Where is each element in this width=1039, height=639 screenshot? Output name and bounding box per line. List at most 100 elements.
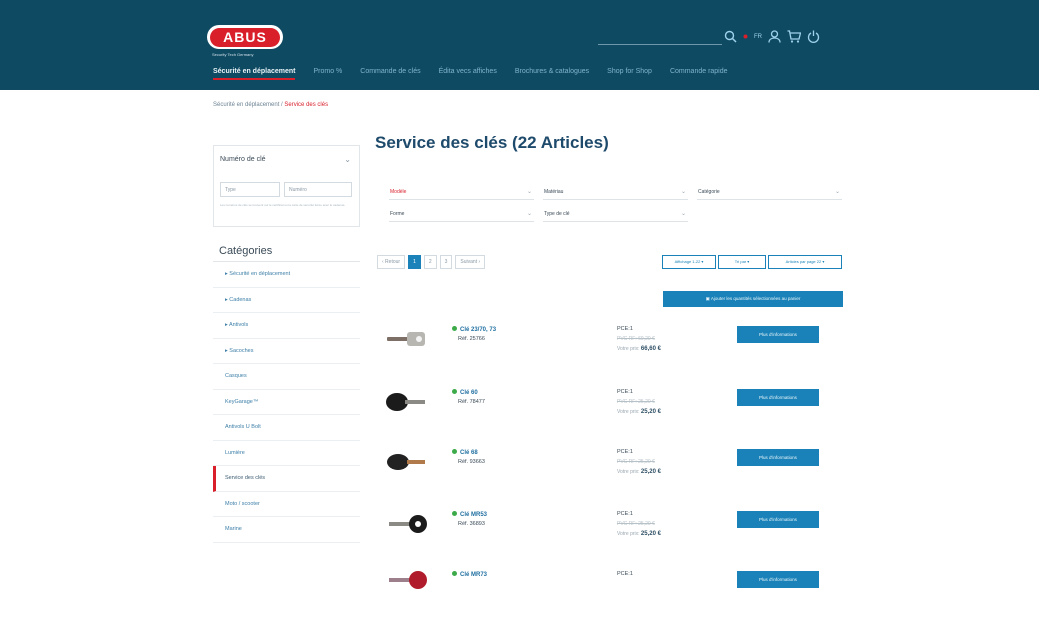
sidebar-item-lumiere[interactable]: Lumière (213, 441, 360, 466)
product-row: Clé MR73 PCE:1 Plus d'informations (377, 569, 837, 639)
sidebar-item-casques[interactable]: Casques (213, 364, 360, 390)
pager-page-2[interactable]: 2 (423, 255, 437, 269)
stock-indicator (452, 326, 457, 331)
filter-forme[interactable]: Forme ⌄ (389, 207, 534, 222)
product-image[interactable] (385, 447, 431, 477)
product-row: Clé 23/70, 73 Réf. 25766 PCE:1 PVC RF: 6… (377, 324, 837, 394)
product-old-price: PVC RF: 25,20 € (617, 521, 655, 527)
product-old-price: PVC RF: 25,20 € (617, 399, 655, 405)
filter-label: Forme (390, 211, 405, 217)
sidebar-item-moto[interactable]: Moto / scooter (213, 492, 360, 517)
nav-item-affiches[interactable]: Édita vecs affiches (439, 68, 497, 80)
price-label: Votre prix: (617, 346, 640, 352)
header-icons: FR (724, 30, 820, 43)
filter-type-cle[interactable]: Type de clé ⌄ (543, 207, 688, 222)
product-name[interactable]: Clé 68 (452, 449, 478, 456)
product-price-line: Votre prix: 25,20 € (617, 409, 661, 415)
breadcrumb-current: Service des clés (284, 102, 329, 108)
sidebar-item-service-cles[interactable]: Service des clés (213, 466, 360, 492)
product-ref: Réf. 36893 (458, 521, 485, 527)
product-name[interactable]: Clé 60 (452, 389, 478, 396)
abus-logo[interactable]: ABUS (207, 25, 283, 49)
filter-modele[interactable]: Modèle ⌄ (389, 185, 534, 200)
filter-materiau[interactable]: Matériau ⌄ (543, 185, 688, 200)
key-number-hint: Les numéros de clés se trouvent sur le c… (220, 203, 346, 207)
chevron-down-icon: ⌄ (834, 189, 840, 195)
key-number-input[interactable]: Numéro (284, 182, 352, 197)
product-ref: Réf. 25766 (458, 336, 485, 342)
product-name[interactable]: Clé MR73 (452, 571, 487, 578)
language-selector[interactable]: FR (754, 34, 762, 40)
sidebar-item-ubolt[interactable]: Antivols U Bolt (213, 415, 360, 441)
display-select[interactable]: Affichage 1-22 ▾ (662, 255, 716, 269)
key-type-select[interactable]: Type (220, 182, 280, 197)
pager-prev[interactable]: ‹ Retour (377, 255, 406, 269)
nav-item-securite[interactable]: Sécurité en déplacement (213, 68, 296, 80)
filter-categorie[interactable]: Catégorie ⌄ (697, 185, 842, 200)
product-price: 66,60 € (640, 346, 661, 352)
more-info-button[interactable]: Plus d'informations (737, 389, 819, 406)
sidebar-item-antivols[interactable]: ▸ Antivols (213, 313, 360, 339)
sidebar-item-securite[interactable]: ▸ Sécurité en déplacement (213, 262, 360, 288)
sort-select[interactable]: Tri par ▾ (718, 255, 766, 269)
chevron-down-icon: ⌄ (526, 189, 532, 195)
product-price-line: Votre prix: 66,60 € (617, 346, 661, 352)
chevron-down-icon[interactable]: ⌄ (344, 155, 351, 164)
search-input[interactable] (598, 44, 722, 45)
chevron-down-icon: ⌄ (526, 211, 532, 217)
nav-item-shop[interactable]: Shop for Shop (607, 68, 652, 80)
product-old-price: PVC RF: 69,20 € (617, 336, 655, 342)
breadcrumb-parent[interactable]: Sécurité en déplacement (213, 102, 279, 108)
search-icon[interactable] (724, 30, 737, 43)
price-label: Votre prix: (617, 409, 640, 415)
price-label: Votre prix: (617, 531, 640, 537)
product-image[interactable] (385, 569, 431, 599)
nav-item-commande-cles[interactable]: Commande de clés (360, 68, 420, 80)
product-image[interactable] (385, 324, 431, 354)
pager-page-3[interactable]: 3 (439, 255, 453, 269)
cart-icon[interactable] (787, 30, 801, 43)
sidebar-item-cadenas[interactable]: ▸ Cadenas (213, 288, 360, 313)
filter-label: Type de clé (544, 211, 570, 217)
more-info-button[interactable]: Plus d'informations (737, 571, 819, 588)
add-selected-to-cart-button[interactable]: ▣ Ajouter les quantités sélectionnées au… (663, 291, 843, 307)
product-unit: PCE:1 (617, 449, 633, 455)
nav-item-commande-rapide[interactable]: Commande rapide (670, 68, 728, 80)
flag-icon[interactable] (743, 34, 748, 39)
stock-indicator (452, 389, 457, 394)
product-image[interactable] (385, 509, 431, 539)
product-row: Clé 68 Réf. 93663 PCE:1 PVC RF: 25,20 € … (377, 447, 837, 517)
stock-indicator (452, 571, 457, 576)
product-ref: Réf. 93663 (458, 459, 485, 465)
chevron-down-icon: ⌄ (680, 211, 686, 217)
product-price: 25,20 € (640, 531, 661, 537)
categories-title: Catégories (213, 241, 360, 262)
product-image[interactable] (385, 387, 431, 417)
more-info-button[interactable]: Plus d'informations (737, 511, 819, 528)
key-number-box: Numéro de clé ⌄ Type Numéro Les numéros … (213, 145, 360, 227)
sidebar-item-marine[interactable]: Marine (213, 517, 360, 543)
product-name[interactable]: Clé 23/70, 73 (452, 326, 496, 333)
user-icon[interactable] (768, 30, 781, 43)
pager-page-1[interactable]: 1 (408, 255, 421, 269)
nav-item-promo[interactable]: Promo % (313, 68, 342, 80)
product-name[interactable]: Clé MR53 (452, 511, 487, 518)
product-old-price: PVC RF: 25,20 € (617, 459, 655, 465)
nav-item-brochures[interactable]: Brochures & catalogues (515, 68, 589, 80)
logo-tagline: Security Tech Germany (212, 52, 254, 57)
product-price-line: Votre prix: 25,20 € (617, 531, 661, 537)
sidebar: Numéro de clé ⌄ Type Numéro Les numéros … (213, 145, 360, 543)
more-info-button[interactable]: Plus d'informations (737, 449, 819, 466)
logo-text: ABUS (210, 27, 280, 47)
sidebar-item-keygarage[interactable]: KeyGarage™ (213, 390, 360, 415)
product-name-text: Clé 60 (460, 390, 478, 396)
more-info-button[interactable]: Plus d'informations (737, 326, 819, 343)
pager-next[interactable]: Suivant › (455, 255, 486, 269)
power-icon[interactable] (807, 30, 820, 43)
product-name-text: Clé 68 (460, 450, 478, 456)
product-price: 25,20 € (640, 469, 661, 475)
per-page-select[interactable]: Articles par page 22 ▾ (768, 255, 842, 269)
product-name-text: Clé 23/70, 73 (460, 327, 497, 333)
stock-indicator (452, 449, 457, 454)
sidebar-item-sacoches[interactable]: ▸ Sacoches (213, 339, 360, 364)
